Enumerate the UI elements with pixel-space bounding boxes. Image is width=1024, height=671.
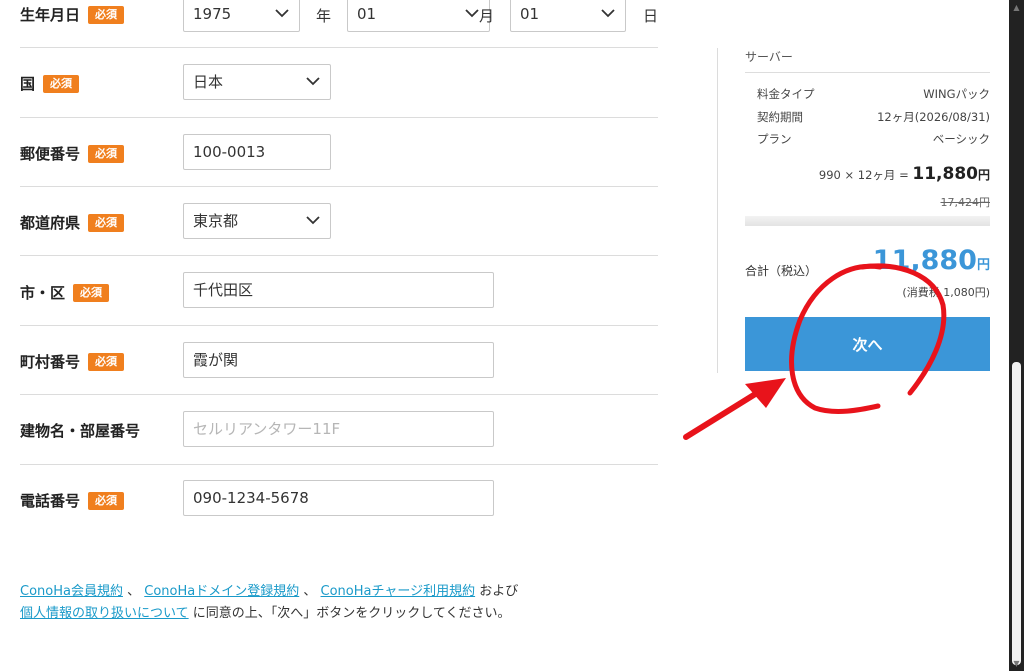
phone-label-group: 電話番号 必須 <box>20 490 125 511</box>
required-badge: 必須 <box>73 283 110 302</box>
tax-note: (消費税 1,080円) <box>902 286 990 299</box>
plan-type-value: WINGパック <box>923 87 990 101</box>
postal-label: 郵便番号 <box>20 145 81 163</box>
chevron-down-icon <box>306 77 320 86</box>
country-label: 国 <box>20 75 36 93</box>
building-input[interactable]: セルリアンタワー11F <box>183 411 494 447</box>
terms-text: および <box>479 584 519 599</box>
price-calculation: 990 × 12ヶ月 = 11,880円 <box>819 164 990 184</box>
birth-month-unit: 月 <box>479 7 495 25</box>
birth-year-select[interactable]: 1975 <box>183 0 300 32</box>
plan-row: プラン ベーシック <box>757 131 990 147</box>
building-label-group: 建物名・部屋番号 <box>20 420 140 441</box>
birth-day-unit: 日 <box>643 7 659 25</box>
terms-agreement: ConoHa会員規約 、 ConoHaドメイン登録規約 、 ConoHaチャージ… <box>20 581 660 625</box>
period-value: 12ヶ月(2026/08/31) <box>877 110 990 124</box>
town-row: 町村番号 必須 霞が関 <box>20 325 658 395</box>
period-label: 契約期間 <box>757 110 803 124</box>
calc-text: 990 × 12ヶ月 = <box>818 168 909 182</box>
required-badge: 必須 <box>88 491 125 510</box>
annotation-arrow-head <box>745 378 786 408</box>
domain-terms-link[interactable]: ConoHaドメイン登録規約 <box>144 584 299 599</box>
member-terms-link[interactable]: ConoHa会員規約 <box>20 584 123 599</box>
birthdate-row: 生年月日 必須 1975 年 01 月 01 日 <box>20 0 658 48</box>
terms-separator: 、 <box>303 584 317 599</box>
birth-day-value: 01 <box>520 5 540 23</box>
scroll-down-icon[interactable]: ▼ <box>1012 659 1021 668</box>
prefecture-row: 都道府県 必須 東京都 <box>20 186 658 256</box>
phone-input[interactable]: 090-1234-5678 <box>183 480 494 516</box>
total-yen: 円 <box>976 258 990 273</box>
building-row: 建物名・部屋番号 セルリアンタワー11F <box>20 394 658 465</box>
divider <box>745 72 990 73</box>
next-button[interactable]: 次へ <box>745 317 990 371</box>
birth-month-select[interactable]: 01 <box>347 0 490 32</box>
chevron-down-icon <box>601 9 615 18</box>
plan-type-row: 料金タイプ WINGパック <box>757 86 990 102</box>
plan-type-label: 料金タイプ <box>757 87 815 101</box>
annotation-arrow-shaft <box>683 385 768 440</box>
vertical-scrollbar[interactable]: ▲ ▼ <box>1009 0 1024 671</box>
postal-label-group: 郵便番号 必須 <box>20 143 125 164</box>
price-value: 11,880 <box>912 164 978 184</box>
postal-input[interactable]: 100-0013 <box>183 134 331 170</box>
section-shade <box>745 216 990 226</box>
plan-value: ベーシック <box>932 132 990 146</box>
birthdate-label-group: 生年月日 必須 <box>20 4 125 25</box>
plan-label: プラン <box>757 132 792 146</box>
birth-year-value: 1975 <box>193 5 232 23</box>
chevron-down-icon <box>275 9 289 18</box>
prefecture-value: 東京都 <box>193 212 239 230</box>
city-input[interactable]: 千代田区 <box>183 272 494 308</box>
town-input[interactable]: 霞が関 <box>183 342 494 378</box>
required-badge: 必須 <box>88 5 125 24</box>
country-label-group: 国 必須 <box>20 73 80 94</box>
city-label-group: 市・区 必須 <box>20 282 110 303</box>
birth-day-select[interactable]: 01 <box>510 0 626 32</box>
city-row: 市・区 必須 千代田区 <box>20 255 658 326</box>
terms-text: に同意の上、「次へ」ボタンをクリックしてください。 <box>192 606 511 621</box>
period-row: 契約期間 12ヶ月(2026/08/31) <box>757 109 990 125</box>
chevron-down-icon <box>306 216 320 225</box>
phone-label: 電話番号 <box>20 492 81 510</box>
city-label: 市・区 <box>20 284 66 302</box>
country-select[interactable]: 日本 <box>183 64 331 100</box>
prefecture-select[interactable]: 東京都 <box>183 203 331 239</box>
chevron-down-icon <box>465 9 479 18</box>
panel-divider <box>717 48 718 373</box>
birth-year-unit: 年 <box>316 7 332 25</box>
country-value: 日本 <box>193 73 224 91</box>
birthdate-label: 生年月日 <box>20 6 81 24</box>
summary-section-title: サーバー <box>745 50 793 64</box>
required-badge: 必須 <box>88 352 125 371</box>
total-price: 11,880円 <box>873 245 990 276</box>
price-yen: 円 <box>977 168 990 182</box>
birth-month-value: 01 <box>357 5 377 23</box>
original-price: 17,424円 <box>940 196 991 209</box>
building-label: 建物名・部屋番号 <box>20 422 141 440</box>
prefecture-label: 都道府県 <box>20 214 81 232</box>
scroll-thumb[interactable] <box>1012 362 1021 665</box>
scroll-up-icon[interactable]: ▲ <box>1012 3 1021 12</box>
required-badge: 必須 <box>88 144 125 163</box>
town-label-group: 町村番号 必須 <box>20 351 125 372</box>
privacy-link[interactable]: 個人情報の取り扱いについて <box>20 606 189 621</box>
prefecture-label-group: 都道府県 必須 <box>20 212 125 233</box>
terms-separator: 、 <box>127 584 141 599</box>
required-badge: 必須 <box>88 213 125 232</box>
postal-row: 郵便番号 必須 100-0013 <box>20 117 658 187</box>
total-value: 11,880 <box>872 245 977 276</box>
country-row: 国 必須 日本 <box>20 47 658 118</box>
total-label: 合計（税込） <box>745 264 818 278</box>
town-label: 町村番号 <box>20 353 81 371</box>
phone-row: 電話番号 必須 090-1234-5678 <box>20 464 658 534</box>
charge-terms-link[interactable]: ConoHaチャージ利用規約 <box>321 584 476 599</box>
required-badge: 必須 <box>43 74 80 93</box>
